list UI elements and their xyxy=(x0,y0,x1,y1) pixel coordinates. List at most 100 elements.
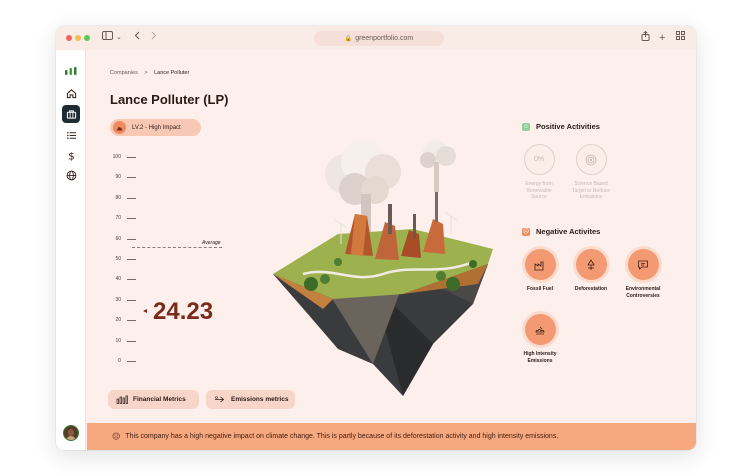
score-pointer-icon xyxy=(143,309,147,314)
tab-overview-icon[interactable] xyxy=(676,31,685,45)
financial-metrics-button[interactable]: Financial Metrics xyxy=(108,390,199,409)
page-title: Lance Polluter (LP) xyxy=(110,92,229,107)
gauge-tick: 30 xyxy=(110,297,137,303)
science-based-target-activity[interactable]: Science Based Target to Reduce Emissions xyxy=(561,144,621,201)
dollar-icon: $ xyxy=(68,151,74,160)
breadcrumb: Companies > Lance Polluter xyxy=(110,70,189,76)
impact-score-value: 24.23 xyxy=(153,297,214,325)
renewable-label-line: Source xyxy=(531,194,547,200)
address-bar[interactable]: 🔒 greenportfolio.com xyxy=(314,31,444,46)
gauge-tick: 20 xyxy=(110,317,137,323)
sidebar-item-portfolio[interactable] xyxy=(62,105,80,123)
bar-chart-icon xyxy=(116,395,128,404)
gauge-tick-mark xyxy=(127,299,136,301)
chat-warning-icon xyxy=(627,249,659,280)
gauge-tick: 0 xyxy=(110,358,137,364)
target-icon xyxy=(575,144,607,175)
new-tab-icon[interactable]: + xyxy=(659,31,665,45)
controversies-label-line: Controversies xyxy=(626,292,660,299)
sidebar-item-list[interactable] xyxy=(62,126,80,144)
logo-icon xyxy=(65,67,77,75)
sidebar-item-home[interactable] xyxy=(62,84,80,102)
gauge-tick: 70 xyxy=(110,215,137,221)
browser-window: ⌄ 🔒 greenportfolio.com + $ Companies > L… xyxy=(56,26,696,450)
impact-level-badge: LV.2 - High Impact xyxy=(110,119,201,136)
impact-score-gauge: Average 24.23 100 90 80 70 60 50 40 30 20 10 0 xyxy=(110,154,240,366)
financial-metrics-label: Financial Metrics xyxy=(133,396,186,403)
browser-toolbar: ⌄ 🔒 greenportfolio.com + xyxy=(56,26,696,50)
gauge-tick-label: 80 xyxy=(115,194,121,201)
gauge-tick-mark xyxy=(127,259,136,260)
chevron-down-icon[interactable]: ⌄ xyxy=(116,31,122,45)
gauge-tick-mark xyxy=(127,279,136,281)
sidebar-item-globe[interactable] xyxy=(62,166,80,184)
gauge-tick: 40 xyxy=(110,276,137,282)
gauge-tick-label: 90 xyxy=(115,174,121,181)
url-text: greenportfolio.com xyxy=(355,35,414,42)
gauge-tick: 100 xyxy=(110,154,137,160)
deforestation-label: Deforestation xyxy=(574,286,608,292)
gauge-tick-mark xyxy=(127,218,136,220)
gauge-tick-mark xyxy=(127,177,136,179)
gauge-tick-mark xyxy=(127,361,136,362)
factory-icon xyxy=(524,249,556,280)
deforestation-activity[interactable]: Deforestation xyxy=(561,249,621,293)
gauge-tick-label: 10 xyxy=(115,337,121,344)
gauge-tick-mark xyxy=(127,157,136,158)
gauge-tick: 90 xyxy=(110,174,137,180)
target-label-line: Emissions xyxy=(579,194,603,200)
briefcase-icon xyxy=(66,109,76,119)
average-label: Average xyxy=(202,239,221,246)
negative-sad-icon: ☹ xyxy=(522,227,530,236)
minimize-window-button[interactable] xyxy=(75,35,81,41)
back-arrow-icon[interactable] xyxy=(134,31,140,45)
list-icon xyxy=(66,131,76,139)
gauge-tick-label: 60 xyxy=(115,235,121,242)
breadcrumb-separator: > xyxy=(144,70,148,76)
gauge-tick: 80 xyxy=(110,195,137,201)
gauge-tick-mark xyxy=(127,197,136,199)
smoke-icon xyxy=(524,314,556,345)
emissions-label-line: Emissions xyxy=(527,357,553,364)
globe-icon xyxy=(66,170,76,180)
lock-icon: 🔒 xyxy=(344,36,353,42)
gauge-tick: 10 xyxy=(110,338,137,344)
share-icon[interactable] xyxy=(641,30,650,46)
sidebar-toggle-icon[interactable] xyxy=(102,31,113,45)
high-intensity-emissions-activity[interactable]: High Intensity Emissions xyxy=(510,314,570,364)
negative-activities-header: ☹ Negative Activites xyxy=(522,227,600,236)
positive-smiley-icon: ☺ xyxy=(522,122,530,131)
impact-level-label: LV.2 - High Impact xyxy=(132,124,181,131)
gauge-tick-label: 0 xyxy=(118,358,121,364)
emissions-arrow-icon xyxy=(215,396,225,403)
sidebar: $ xyxy=(56,50,86,450)
sad-face-icon: ☹ xyxy=(112,432,121,441)
sidebar-item-finance[interactable]: $ xyxy=(62,146,80,164)
maximize-window-button[interactable] xyxy=(84,35,90,41)
emissions-metrics-label: Emissions metrics xyxy=(231,396,289,403)
gauge-tick-label: 20 xyxy=(115,317,121,324)
gauge-tick-label: 100 xyxy=(112,154,121,160)
positive-activities-header: ☺ Positive Activities xyxy=(522,122,600,131)
gauge-tick-mark xyxy=(127,238,136,240)
renewable-energy-activity[interactable]: 0% Energy from Renewable Source xyxy=(509,144,569,201)
gauge-tick-mark xyxy=(127,340,136,342)
gauge-tick-label: 40 xyxy=(115,276,121,283)
gauge-tick: 60 xyxy=(110,236,137,242)
close-window-button[interactable] xyxy=(66,35,72,41)
smoke-cloud-small xyxy=(420,140,456,192)
home-icon xyxy=(66,88,76,98)
gauge-tick-label: 50 xyxy=(115,256,121,262)
forward-arrow-icon[interactable] xyxy=(151,31,157,45)
breadcrumb-companies-link[interactable]: Companies xyxy=(110,70,138,76)
tree-cut-icon xyxy=(575,249,607,280)
gauge-tick-label: 70 xyxy=(115,215,121,222)
environmental-controversies-activity[interactable]: Environmental Controversies xyxy=(613,249,673,299)
mountain-icon xyxy=(113,121,126,134)
gauge-tick-mark xyxy=(127,320,136,322)
negative-activities-title: Negative Activites xyxy=(536,227,601,236)
user-avatar[interactable] xyxy=(63,425,79,441)
svg-text:$: $ xyxy=(68,151,74,160)
average-line xyxy=(132,246,222,248)
impact-summary-text: This company has a high negative impact … xyxy=(125,433,559,440)
